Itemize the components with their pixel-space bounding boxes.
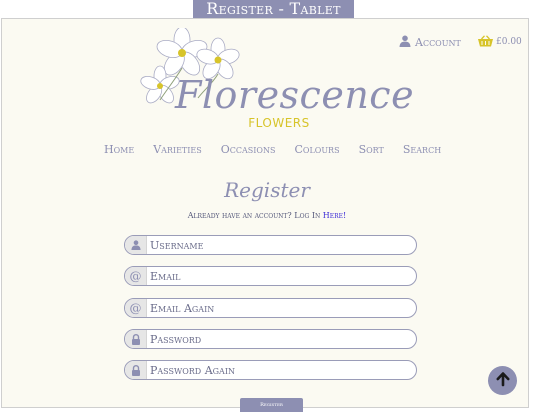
- nav-sort[interactable]: Sort: [359, 143, 384, 157]
- cart-link[interactable]: £0.00: [477, 34, 522, 50]
- account-label: Account: [415, 35, 461, 49]
- account-link[interactable]: Account: [399, 34, 461, 50]
- cart-amount: £0.00: [496, 37, 522, 47]
- login-prompt: Already have an account? Log In Here!: [0, 210, 534, 222]
- password-again-field: [124, 360, 417, 380]
- basket-icon: [477, 34, 494, 50]
- at-icon: @: [125, 267, 147, 285]
- page-title: Register: [224, 178, 310, 202]
- arrow-up-icon: [495, 371, 511, 391]
- brand-name: Florescence: [175, 73, 415, 117]
- username-field: [124, 235, 417, 255]
- username-input[interactable]: [147, 236, 416, 254]
- login-prompt-text: Already have an account? Log In: [187, 211, 321, 220]
- email-field: @: [124, 266, 417, 286]
- nav-home[interactable]: Home: [104, 143, 134, 157]
- back-to-top-button[interactable]: [488, 366, 517, 395]
- nav-occasions[interactable]: Occasions: [221, 143, 276, 157]
- password-again-input[interactable]: [147, 361, 416, 379]
- lock-icon: [125, 330, 147, 348]
- page-caption: Register - Tablet: [193, 0, 354, 18]
- email-again-input[interactable]: [147, 299, 416, 317]
- user-icon: [399, 35, 411, 50]
- nav-varieties[interactable]: Varieties: [153, 143, 202, 157]
- login-link[interactable]: Here!: [323, 211, 346, 220]
- register-button[interactable]: Register: [240, 398, 303, 412]
- main-nav: Home Varieties Occasions Colours Sort Se…: [104, 143, 460, 157]
- email-again-field: @: [124, 298, 417, 318]
- at-icon: @: [125, 299, 147, 317]
- user-icon: [125, 236, 147, 254]
- nav-colours[interactable]: Colours: [294, 143, 339, 157]
- password-input[interactable]: [147, 330, 416, 348]
- password-field: [124, 329, 417, 349]
- email-input[interactable]: [147, 267, 416, 285]
- lock-icon: [125, 361, 147, 379]
- brand-subtitle: FLOWERS: [248, 116, 310, 130]
- nav-search[interactable]: Search: [403, 143, 441, 157]
